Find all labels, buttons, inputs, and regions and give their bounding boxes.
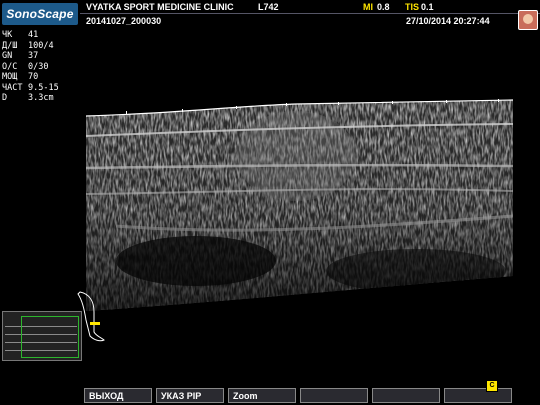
param-row: О/С 0/30 <box>2 62 59 73</box>
mi-label: MI <box>363 2 373 12</box>
param-row: D 3.3cm <box>2 93 59 104</box>
patient-avatar-icon[interactable] <box>518 10 538 30</box>
softkey-6-button[interactable] <box>444 388 512 403</box>
param-row: ЧАСТ 9.5-15 <box>2 83 59 94</box>
zoom-button[interactable]: Zoom <box>228 388 296 403</box>
param-key: Д/Ш <box>2 40 18 51</box>
softkey-4-button[interactable] <box>300 388 368 403</box>
param-value: 37 <box>28 51 39 61</box>
mi-value: 0.8 <box>377 2 390 12</box>
param-row: МОЩ 70 <box>2 72 59 83</box>
probe-name: L742 <box>258 2 279 12</box>
study-id: 20141027_200030 <box>86 16 162 26</box>
param-value: 41 <box>28 30 39 40</box>
exam-datetime: 27/10/2014 20:27:44 <box>406 16 490 26</box>
brand-logo: SonoScape <box>2 3 78 25</box>
param-key: МОЩ <box>2 72 18 82</box>
param-key: О/С <box>2 61 18 72</box>
param-key: D <box>2 93 8 103</box>
param-value: 3.3cm <box>28 93 54 103</box>
body-mark-icon[interactable] <box>72 290 112 344</box>
ultrasound-image[interactable] <box>86 96 513 311</box>
param-value: 9.5-15 <box>28 82 59 93</box>
footer-toolbar: ВЫХОД УКАЗ PIP Zoom <box>0 388 540 405</box>
tis-value: 0.1 <box>421 2 434 12</box>
param-value: 0/30 <box>28 61 49 72</box>
param-key: ЧК <box>2 30 13 40</box>
param-key: ЧАСТ <box>2 82 23 93</box>
pip-zoom-region[interactable] <box>21 316 79 358</box>
param-row: ЧК 41 <box>2 30 59 41</box>
param-key: GN <box>2 51 13 61</box>
param-value: 100/4 <box>28 40 54 51</box>
imaging-parameters: ЧК 41 Д/Ш 100/4 GN 37 О/С 0/30 МОЩ 70 ЧАСТ 9.5… <box>2 30 59 104</box>
tis-label: TIS <box>405 2 420 12</box>
header-divider <box>80 13 540 14</box>
status-indicator-icon: C <box>486 380 498 392</box>
exit-button[interactable]: ВЫХОД <box>84 388 152 403</box>
softkey-5-button[interactable] <box>372 388 440 403</box>
param-row: Д/Ш 100/4 <box>2 41 59 52</box>
pip-thumbnail[interactable] <box>2 311 82 361</box>
header-bar: SonoScape VYATKA SPORT MEDICINE CLINIC L… <box>0 0 540 30</box>
param-row: GN 37 <box>2 51 59 62</box>
param-value: 70 <box>28 72 39 82</box>
clinic-name: VYATKA SPORT MEDICINE CLINIC <box>86 2 234 12</box>
pip-pointer-button[interactable]: УКАЗ PIP <box>156 388 224 403</box>
